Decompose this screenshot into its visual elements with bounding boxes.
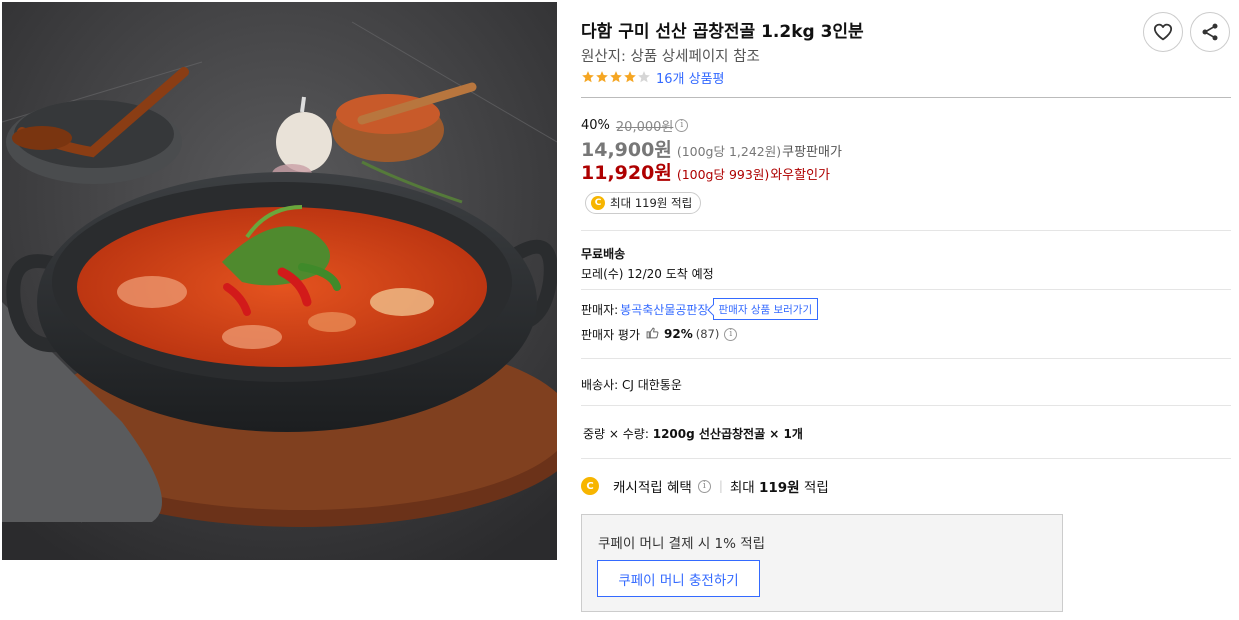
divider xyxy=(581,97,1231,98)
heart-icon xyxy=(1153,23,1173,41)
cash-reward-badge: C 최대 119원 적립 xyxy=(585,192,702,214)
divider xyxy=(581,358,1231,359)
cash-coin-icon: C xyxy=(591,196,605,210)
discount-row: 40% 20,000원 i xyxy=(581,117,689,135)
seller-rating-row: 판매자 평가 92% (87) i xyxy=(581,326,738,342)
coupay-text: 쿠페이 머니 결제 시 1% 적립 xyxy=(598,536,766,552)
rating-stars xyxy=(581,70,651,84)
divider xyxy=(581,458,1231,459)
option-row: 중량 × 수량: 1200g 선산곱창전골 × 1개 xyxy=(583,425,803,442)
share-icon xyxy=(1202,23,1218,41)
shipping-title: 무료배송 xyxy=(581,247,626,261)
option-value: 1200g 선산곱창전골 × 1개 xyxy=(652,427,803,441)
product-origin: 원산지: 상품 상세페이지 참조 xyxy=(581,49,760,65)
product-rating[interactable]: 16개 상품평 xyxy=(581,68,725,87)
discount-rate: 40% xyxy=(581,117,610,133)
seller-rating-label: 판매자 평가 xyxy=(581,327,641,342)
star-empty-icon xyxy=(638,71,650,83)
coupay-box: 쿠페이 머니 결제 시 1% 적립 쿠페이 머니 충전하기 xyxy=(581,514,1063,612)
cash-benefit-amount: 119원 xyxy=(759,480,800,496)
cash-coin-icon: C xyxy=(581,477,599,495)
divider xyxy=(581,289,1231,290)
star-filled-icon xyxy=(610,71,622,83)
seller-name-link[interactable]: 봉곡축산물공판장 xyxy=(620,301,708,318)
option-label: 중량 × 수량: xyxy=(583,427,649,441)
product-title: 다함 구미 선산 곱창전골 1.2kg 3인분 xyxy=(581,22,864,42)
delivery-date: 모레(수) 12/20 도착 예정 xyxy=(581,267,714,281)
seller-row: 판매자: 봉곡축산물공판장 판매자 상품 보러가기 xyxy=(581,298,819,320)
seller-rating-count: (87) xyxy=(695,327,720,341)
wow-unit-price: (100g당 993원) xyxy=(676,167,770,182)
share-button[interactable] xyxy=(1190,12,1230,52)
cash-benefit-suffix: 적립 xyxy=(803,480,829,496)
divider xyxy=(581,405,1231,406)
wow-price-type: 와우할인가 xyxy=(770,168,831,183)
divider xyxy=(581,230,1231,231)
seller-rating-percent: 92% xyxy=(664,327,693,341)
wow-price-row: 11,920원 (100g당 993원) 와우할인가 xyxy=(581,158,831,184)
cash-benefit-row: C 캐시적립 혜택 i | 최대 119원 적립 xyxy=(581,476,829,496)
product-image-graphic xyxy=(2,2,557,560)
cash-benefit-prefix: 최대 xyxy=(729,480,755,496)
review-count-link[interactable]: 16개 상품평 xyxy=(656,68,725,87)
info-icon[interactable]: i xyxy=(724,327,738,341)
star-filled-icon xyxy=(596,71,608,83)
coupay-charge-button[interactable]: 쿠페이 머니 충전하기 xyxy=(597,560,760,597)
star-filled-icon xyxy=(582,71,594,83)
seller-label: 판매자: xyxy=(581,302,619,317)
carrier-text: 배송사: CJ 대한통운 xyxy=(581,378,682,392)
star-filled-icon xyxy=(624,71,636,83)
product-image xyxy=(2,2,557,560)
coupang-price-row: 14,900원 (100g당 1,242원) 쿠팡판매가 xyxy=(581,135,842,161)
thumbs-up-icon xyxy=(646,327,659,342)
cash-benefit-label: 캐시적립 혜택 xyxy=(613,480,692,496)
seller-products-button[interactable]: 판매자 상품 보러가기 xyxy=(712,298,819,320)
wow-price: 11,920원 xyxy=(581,162,672,184)
cash-reward-text: 최대 119원 적립 xyxy=(610,196,693,210)
separator: | xyxy=(718,479,723,493)
product-info-panel: 다함 구미 선산 곱창전골 1.2kg 3인분 원산지: 상품 상세페이지 참조… xyxy=(581,0,1231,620)
info-icon[interactable]: i xyxy=(675,118,689,132)
original-price: 20,000원 xyxy=(615,119,674,135)
favorite-button[interactable] xyxy=(1143,12,1183,52)
info-icon[interactable]: i xyxy=(697,479,711,493)
